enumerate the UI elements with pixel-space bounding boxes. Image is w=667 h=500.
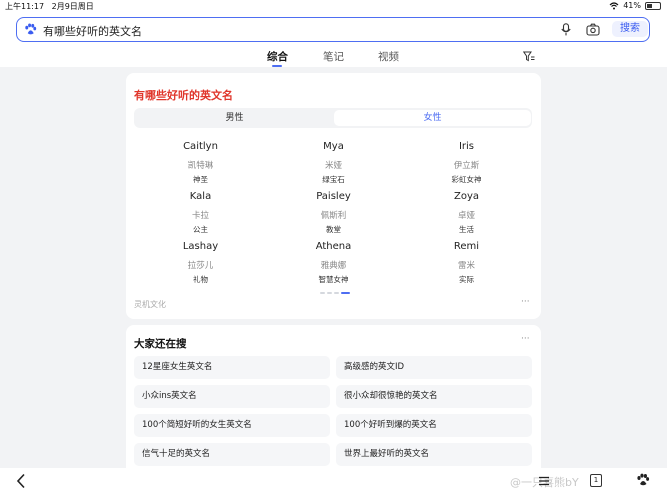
name-chinese: 米娅: [324, 161, 342, 171]
menu-icon[interactable]: [538, 475, 550, 487]
name-english: Lashay: [182, 241, 219, 252]
related-search-item[interactable]: 高级感的英文ID: [336, 356, 532, 379]
name-cell[interactable]: Mya 米娅 绿宝石: [267, 141, 400, 184]
name-cell[interactable]: Zoya 卓娅 生活: [400, 191, 533, 234]
name-english: Caitlyn: [183, 141, 218, 152]
tab-videos[interactable]: 视频: [378, 49, 399, 64]
name-cell[interactable]: Iris 伊立斯 彩虹女神: [400, 141, 533, 184]
baidu-home-icon[interactable]: [636, 473, 650, 487]
status-date: 2月9日周日: [51, 2, 94, 11]
name-english: Iris: [458, 141, 475, 152]
gender-option-male[interactable]: 男性: [136, 110, 333, 126]
name-english: Athena: [315, 241, 352, 252]
name-meaning: 教堂: [326, 225, 341, 234]
name-cell[interactable]: Caitlyn 凯特琳 神圣: [134, 141, 267, 184]
baidu-paw-icon: [25, 23, 37, 35]
search-input[interactable]: 有哪些好听的英文名: [43, 23, 142, 39]
carousel-dot: [334, 292, 339, 294]
microphone-icon[interactable]: [560, 23, 572, 36]
name-meaning: 礼物: [193, 275, 208, 284]
tabs-count-icon[interactable]: 1: [590, 474, 602, 487]
related-searches-card: 大家还在搜 ··· 12星座女生英文名 高级感的英文ID 小众ins英文名 很小…: [126, 325, 541, 475]
related-search-item[interactable]: 100个简短好听的女生英文名: [134, 414, 330, 437]
name-meaning: 公主: [193, 225, 208, 234]
tab-all[interactable]: 综合: [267, 49, 288, 64]
filter-icon[interactable]: [523, 51, 535, 62]
name-english: Zoya: [453, 191, 479, 202]
carousel-dot: [341, 292, 350, 294]
related-search-item[interactable]: 小众ins英文名: [134, 385, 330, 408]
back-arrow-icon[interactable]: [16, 473, 26, 489]
name-chinese: 雅典娜: [320, 261, 347, 271]
name-chinese: 卡拉: [191, 211, 209, 221]
name-meaning: 绿宝石: [322, 175, 345, 184]
english-names-card: 有哪些好听的英文名 男性 女性 Caitlyn 凯特琳 神圣 Mya 米娅 绿宝…: [126, 73, 541, 319]
wifi-icon: [609, 1, 619, 9]
battery-icon: [645, 1, 661, 10]
name-cell[interactable]: Paisley 佩斯利 教堂: [267, 191, 400, 234]
name-chinese: 伊立斯: [453, 161, 480, 171]
name-cell[interactable]: Athena 雅典娜 智慧女神: [267, 241, 400, 284]
tab-notes[interactable]: 笔记: [323, 49, 344, 64]
carousel-dot: [320, 292, 325, 294]
search-box[interactable]: 有哪些好听的英文名 搜索: [16, 17, 650, 42]
name-english: Mya: [323, 141, 344, 152]
related-title: 大家还在搜: [134, 338, 187, 350]
name-meaning: 神圣: [193, 175, 208, 184]
source-label[interactable]: 灵机文化: [134, 299, 166, 310]
more-options-icon[interactable]: ···: [521, 297, 530, 307]
name-meaning: 实际: [459, 275, 474, 284]
search-header: 有哪些好听的英文名 搜索 综合 笔记 视频: [0, 12, 667, 67]
name-cell[interactable]: Lashay 拉莎儿 礼物: [134, 241, 267, 284]
search-button[interactable]: 搜索: [612, 21, 648, 37]
carousel-dot: [327, 292, 332, 294]
name-cell[interactable]: Kala 卡拉 公主: [134, 191, 267, 234]
name-meaning: 彩虹女神: [451, 175, 482, 184]
name-english: Kala: [189, 191, 212, 202]
name-english: Remi: [453, 241, 480, 252]
battery-percent: 41%: [623, 1, 641, 10]
name-chinese: 拉莎儿: [187, 261, 214, 271]
result-tabs: 综合 笔记 视频: [0, 49, 667, 67]
name-english: Paisley: [316, 191, 351, 202]
related-search-item[interactable]: 世界上最好听的英文名: [336, 443, 532, 466]
related-search-item[interactable]: 12星座女生英文名: [134, 356, 330, 379]
name-chinese: 卓娅: [457, 211, 475, 221]
name-chinese: 佩斯利: [320, 211, 347, 221]
name-meaning: 生活: [459, 225, 474, 234]
camera-icon[interactable]: [586, 23, 600, 36]
more-options-icon[interactable]: ···: [521, 334, 530, 344]
related-search-item[interactable]: 很小众却很惊艳的英文名: [336, 385, 532, 408]
related-search-item[interactable]: 100个好听到爆的英文名: [336, 414, 532, 437]
gender-option-female[interactable]: 女性: [334, 110, 531, 126]
active-tab-indicator: [272, 65, 282, 67]
name-meaning: 智慧女神: [318, 275, 349, 284]
gender-toggle: 男性 女性: [134, 108, 532, 128]
name-cell[interactable]: Remi 雷米 实际: [400, 241, 533, 284]
status-time: 上午11:17: [5, 2, 45, 11]
name-chinese: 凯特琳: [187, 161, 214, 171]
bottom-toolbar: @一只喜熊bY 1: [0, 468, 667, 500]
name-chinese: 雷米: [457, 261, 475, 271]
status-bar: 上午11:17 2月9日周日 41%: [0, 0, 667, 12]
card-title[interactable]: 有哪些好听的英文名: [134, 87, 233, 103]
related-search-item[interactable]: 信气十足的英文名: [134, 443, 330, 466]
